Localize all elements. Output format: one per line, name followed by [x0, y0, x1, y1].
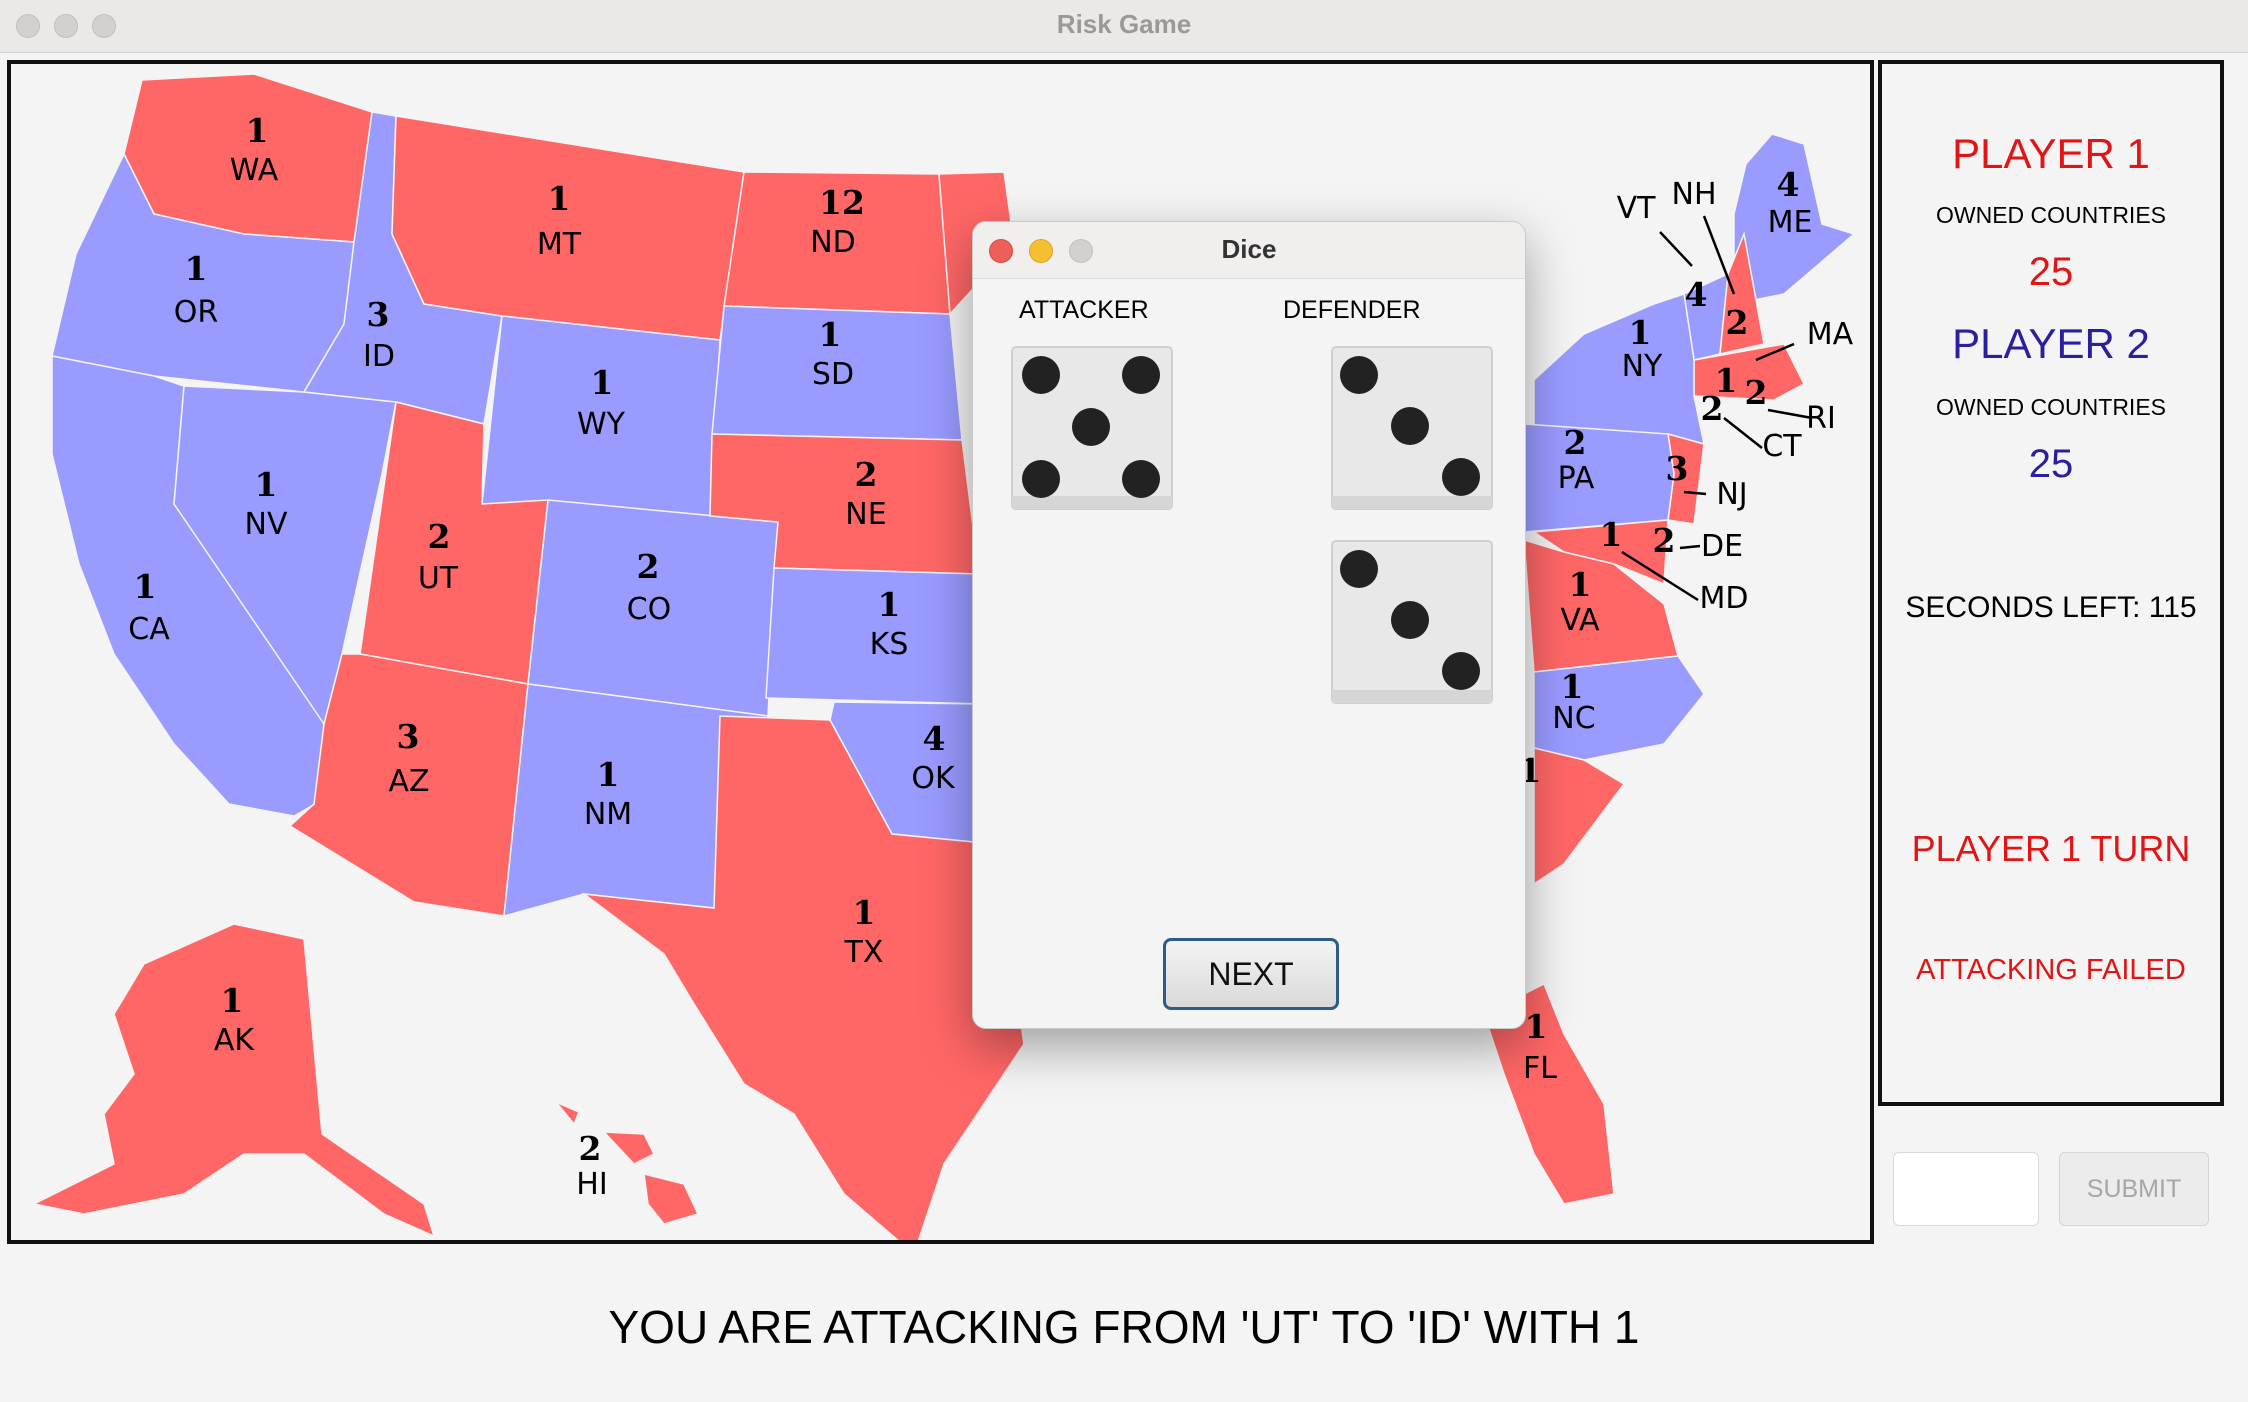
status-message: YOU ARE ATTACKING FROM 'UT' TO 'ID' WITH… — [608, 1301, 1640, 1353]
label-ut: UT — [418, 561, 459, 596]
seconds-left: SECONDS LEFT: 115 — [1905, 591, 2197, 624]
title-bar: Risk Game — [0, 0, 2248, 53]
label-tx-armies: 1 — [853, 893, 876, 932]
label-pa: PA — [1558, 461, 1595, 496]
label-ok-armies: 4 — [923, 719, 946, 758]
player2-owned-count: 25 — [2028, 442, 2074, 486]
army-count-input[interactable] — [1893, 1152, 2039, 1226]
defender-die-1 — [1331, 346, 1493, 510]
player2-name: PLAYER 2 — [1952, 320, 2150, 367]
label-or: OR — [174, 295, 218, 330]
dice-dialog-title-bar: Dice — [973, 222, 1525, 279]
label-de: DE — [1701, 529, 1743, 564]
label-hi-armies: 2 — [579, 1129, 602, 1168]
label-nm-armies: 1 — [597, 755, 620, 794]
label-nc: NC — [1552, 701, 1595, 736]
player1-name: PLAYER 1 — [1952, 130, 2150, 177]
label-nj: NJ — [1716, 477, 1747, 512]
state-hi[interactable] — [555, 1101, 700, 1225]
label-co-armies: 2 — [637, 547, 660, 586]
label-ak-armies: 1 — [221, 981, 244, 1020]
label-wy: WY — [577, 407, 626, 442]
label-az: AZ — [388, 764, 429, 799]
submit-button[interactable]: SUBMIT — [2059, 1152, 2209, 1226]
label-wy-armies: 1 — [591, 363, 614, 402]
label-fl: FL — [1523, 1051, 1557, 1086]
label-nh: NH — [1672, 177, 1717, 212]
label-ny-armies: 1 — [1629, 313, 1652, 352]
state-sc[interactable] — [1533, 747, 1626, 886]
label-ny: NY — [1622, 349, 1663, 384]
label-md: MD — [1700, 581, 1749, 616]
label-md-armies: 1 — [1600, 515, 1623, 554]
label-sd-armies: 1 — [819, 315, 842, 354]
label-tx: TX — [844, 935, 884, 970]
label-nv-armies: 1 — [255, 465, 278, 504]
label-az-armies: 3 — [397, 717, 420, 756]
label-ks-armies: 1 — [878, 585, 901, 624]
attack-result: ATTACKING FAILED — [1916, 954, 2186, 986]
label-me: ME — [1768, 205, 1813, 240]
label-ok: OK — [911, 761, 956, 796]
label-wa-armies: 1 — [246, 111, 269, 150]
label-nj-armies: 3 — [1666, 449, 1689, 488]
label-hi: HI — [576, 1167, 607, 1202]
defender-die-2 — [1331, 540, 1493, 704]
label-fl-armies: 1 — [1525, 1007, 1548, 1046]
label-id-armies: 3 — [367, 295, 390, 334]
label-me-armies: 4 — [1777, 165, 1800, 204]
label-mt: MT — [537, 227, 582, 262]
label-va: VA — [1560, 603, 1600, 638]
label-or-armies: 1 — [185, 249, 208, 288]
label-ma: MA — [1807, 317, 1854, 352]
label-ma-armies: 2 — [1745, 373, 1768, 412]
label-va-armies: 1 — [1569, 565, 1592, 604]
player-panel: PLAYER 1 OWNED COUNTRIES 25 PLAYER 2 OWN… — [1878, 60, 2224, 1106]
label-ne-armies: 2 — [855, 455, 878, 494]
label-wa: WA — [230, 153, 279, 188]
label-vt-armies: 4 — [1685, 275, 1708, 314]
label-ca: CA — [128, 612, 170, 647]
label-nd-armies: 12 — [819, 183, 865, 222]
next-button[interactable]: NEXT — [1163, 938, 1339, 1010]
attacker-label: ATTACKER — [1019, 296, 1149, 324]
label-ne: NE — [845, 497, 886, 532]
label-ct-armies: 2 — [1701, 389, 1724, 428]
label-vt: VT — [1617, 191, 1657, 226]
label-nm: NM — [584, 797, 632, 832]
player2-owned-label: OWNED COUNTRIES — [1936, 394, 2166, 420]
label-sd: SD — [812, 357, 854, 392]
turn-indicator: PLAYER 1 TURN — [1911, 828, 2191, 869]
label-pa-armies: 2 — [1564, 423, 1587, 462]
label-ca-armies: 1 — [134, 567, 157, 606]
label-mt-armies: 1 — [548, 179, 571, 218]
label-nd: ND — [810, 225, 856, 260]
player1-owned-count: 25 — [2028, 250, 2074, 294]
label-nv: NV — [245, 507, 288, 542]
dice-dialog: Dice ATTACKER DEFENDER NEXT — [972, 221, 1526, 1029]
player1-owned-label: OWNED COUNTRIES — [1936, 202, 2166, 228]
defender-label: DEFENDER — [1283, 296, 1421, 324]
us-map: 1 WA 1 OR 1 CA 1 NV 3 ID 1 MT 1 WY 2 UT 3 AZ 2 CO … — [7, 60, 1874, 1244]
state-ny[interactable] — [1533, 293, 1705, 446]
dice-dialog-title: Dice — [1221, 234, 1277, 264]
label-ct: CT — [1762, 429, 1802, 464]
label-ks: KS — [870, 627, 909, 662]
label-nh-armies: 2 — [1726, 303, 1749, 342]
label-ak: AK — [214, 1023, 256, 1058]
label-co: CO — [627, 592, 672, 627]
attacker-die-1 — [1011, 346, 1173, 510]
label-id: ID — [363, 339, 395, 374]
window-title: Risk Game — [1056, 9, 1192, 39]
label-ut-armies: 2 — [428, 517, 451, 556]
label-de-armies: 2 — [1653, 521, 1676, 560]
state-ak[interactable] — [31, 923, 436, 1238]
